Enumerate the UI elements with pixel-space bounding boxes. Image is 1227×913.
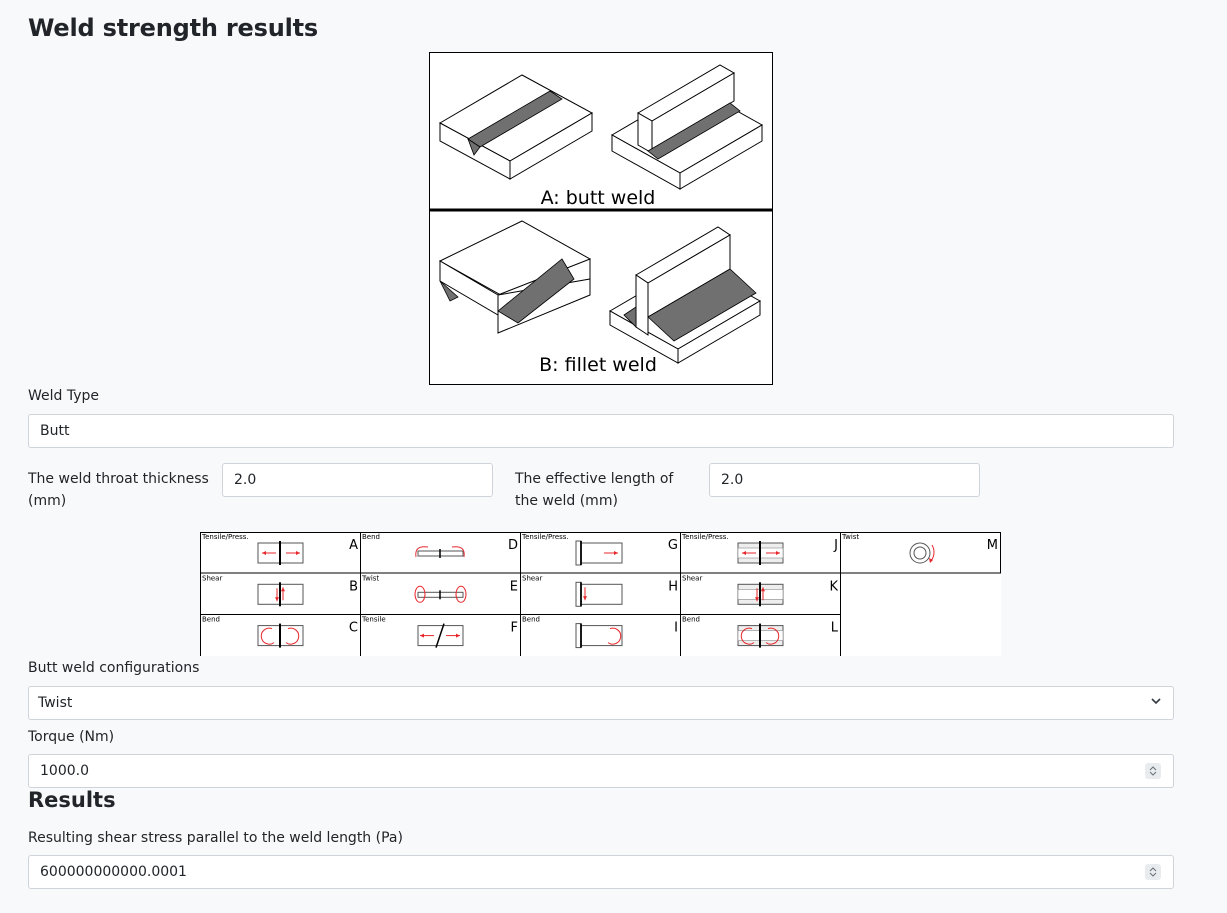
- svg-text:E: E: [510, 579, 518, 594]
- svg-text:Bend: Bend: [682, 616, 700, 624]
- config-cell-k: Shear K: [682, 574, 838, 607]
- config-cell-a: Tensile/Press. A: [201, 533, 358, 565]
- svg-text:Tensile/Press.: Tensile/Press.: [201, 533, 249, 541]
- svg-text:Twist: Twist: [841, 533, 859, 541]
- butt-weld-configurations-figure: Tensile/Press. A Bend D Tensile/Press. G Tensi…: [200, 532, 1001, 656]
- svg-text:Twist: Twist: [361, 574, 379, 582]
- config-cell-c: Bend C: [202, 616, 358, 648]
- fillet-weld-caption: B: fillet weld: [539, 354, 657, 376]
- torque-input[interactable]: 1000.0: [28, 754, 1174, 788]
- config-cell-m: Twist M: [841, 533, 998, 564]
- svg-text:Bend: Bend: [362, 533, 380, 541]
- svg-text:D: D: [508, 538, 518, 553]
- svg-text:A: A: [349, 538, 358, 553]
- weld-type-field[interactable]: Butt: [28, 414, 1174, 448]
- svg-text:H: H: [668, 579, 678, 594]
- effective-length-input[interactable]: 2.0: [709, 463, 980, 497]
- svg-text:Tensile/Press.: Tensile/Press.: [521, 533, 569, 541]
- config-cell-i: Bend I: [522, 616, 678, 649]
- chevron-down-icon: [1149, 694, 1163, 712]
- shear-stress-value: 600000000000.0001: [40, 864, 187, 880]
- config-cell-j: Tensile/Press. J: [681, 533, 838, 565]
- torque-label: Torque (Nm): [28, 729, 115, 745]
- throat-thickness-input[interactable]: 2.0: [222, 463, 493, 497]
- svg-text:Bend: Bend: [522, 616, 540, 624]
- config-cell-h: Shear H: [522, 574, 678, 607]
- svg-text:Shear: Shear: [682, 574, 702, 582]
- effective-length-value: 2.0: [721, 472, 744, 488]
- config-cell-l: Bend L: [682, 616, 839, 648]
- torque-value: 1000.0: [40, 763, 89, 779]
- config-select-value: Twist: [38, 695, 73, 711]
- fillet-weld-illustration: [438, 220, 762, 364]
- shear-stress-label: Resulting shear stress parallel to the w…: [28, 830, 403, 846]
- svg-text:Shear: Shear: [522, 574, 542, 582]
- svg-text:C: C: [349, 621, 358, 636]
- svg-text:G: G: [668, 538, 678, 553]
- svg-text:B: B: [349, 579, 358, 594]
- throat-thickness-label: The weld throat thickness (mm): [28, 471, 209, 509]
- svg-text:K: K: [829, 579, 838, 594]
- weld-types-figure: A: butt weld B: fillet weld: [429, 52, 773, 385]
- config-cell-b: Shear B: [202, 574, 358, 607]
- config-cell-e: Twist E: [361, 574, 518, 603]
- svg-text:Shear: Shear: [202, 574, 222, 582]
- butt-weld-caption: A: butt weld: [541, 187, 656, 209]
- svg-text:F: F: [511, 621, 518, 636]
- svg-text:Bend: Bend: [202, 616, 220, 624]
- config-select[interactable]: Twist: [28, 686, 1174, 720]
- throat-thickness-value: 2.0: [234, 472, 257, 488]
- config-cell-g: Tensile/Press. G: [521, 533, 678, 566]
- config-cell-d: Bend D: [362, 533, 518, 558]
- spinner-icon[interactable]: [1145, 763, 1161, 779]
- spinner-icon[interactable]: [1145, 864, 1161, 880]
- svg-text:J: J: [833, 538, 838, 553]
- weld-type-label: Weld Type: [28, 388, 100, 404]
- svg-text:M: M: [987, 538, 998, 553]
- svg-text:Tensile/Press.: Tensile/Press.: [681, 533, 729, 541]
- weld-type-value: Butt: [40, 423, 70, 439]
- svg-text:I: I: [674, 621, 678, 636]
- effective-length-label: The effective length of the weld (mm): [515, 471, 674, 509]
- svg-text:L: L: [831, 621, 839, 636]
- results-heading: Results: [28, 788, 116, 812]
- butt-weld-illustration: [438, 64, 764, 190]
- config-select-label: Butt weld configurations: [28, 660, 200, 676]
- page-title: Weld strength results: [28, 14, 318, 42]
- svg-text:Tensile: Tensile: [361, 616, 386, 624]
- shear-stress-output[interactable]: 600000000000.0001: [28, 855, 1174, 889]
- config-cell-f: Tensile F: [361, 616, 518, 648]
